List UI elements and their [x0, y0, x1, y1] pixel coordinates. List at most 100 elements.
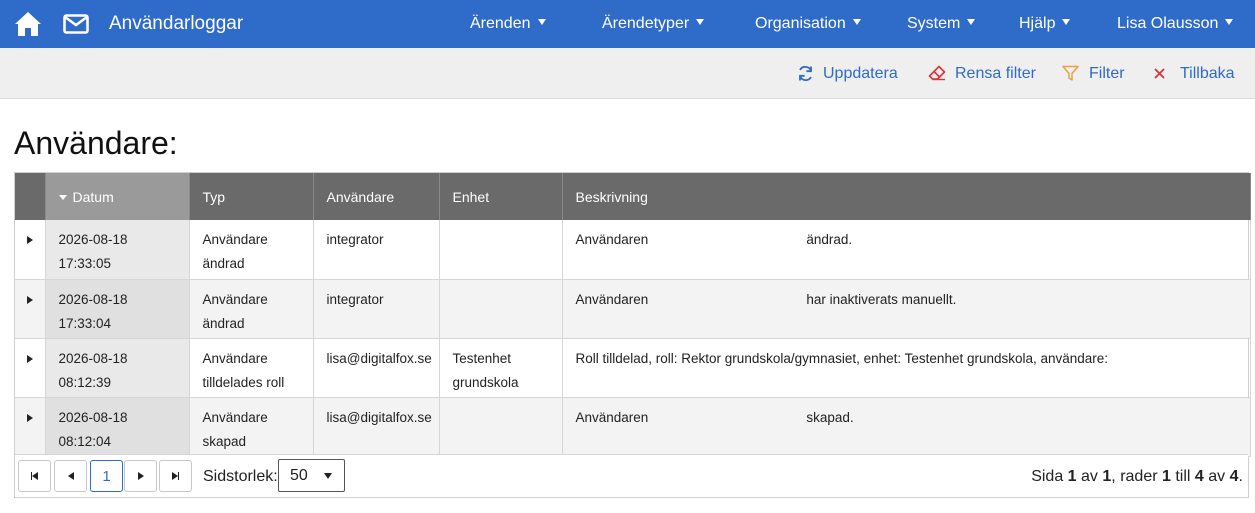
cell-description: Roll tilldelad, roll: Rektor grundskola/… — [562, 338, 1251, 398]
cell-type: Användare ändrad — [189, 279, 314, 339]
description-end: skapad. — [806, 409, 854, 425]
cell-unit — [439, 279, 563, 339]
last-page-button[interactable] — [159, 460, 192, 492]
menu-label: Hjälp — [1019, 15, 1056, 32]
menu-label: Organisation — [755, 15, 846, 32]
description-start: Roll tilldelad, roll: Rektor grundskola/… — [575, 350, 1109, 366]
cell-description: Användaren skapad. — [562, 397, 1251, 457]
pager-info-word: av — [1081, 468, 1098, 485]
pager-info: Sida 1 av 1, rader 1 till 4 av 4. — [1031, 468, 1243, 486]
cell-user: lisa@digitalfox.se — [313, 338, 440, 398]
close-icon — [1154, 68, 1165, 79]
page-size-value: 50 — [290, 467, 308, 484]
mail-icon[interactable] — [63, 14, 89, 34]
table-header-row: Datum Typ Användare Enhet Beskrivning — [15, 173, 1251, 220]
arrow-right-icon — [137, 472, 144, 480]
table-row[interactable]: 2026-08-18 17:33:05 Användare ändrad int… — [15, 220, 1251, 280]
pager-info-word: till — [1175, 468, 1191, 485]
expand-arrow-icon — [26, 413, 33, 422]
expand-row-toggle[interactable] — [15, 338, 46, 398]
cell-unit: Testenhet grundskola — [439, 338, 563, 398]
user-log-grid: Datum Typ Användare Enhet Beskrivning 20… — [14, 172, 1251, 498]
table-row[interactable]: 2026-08-18 08:12:39 Användare tilldelade… — [15, 338, 1251, 398]
caret-down-icon — [537, 19, 546, 25]
filter-button[interactable]: Filter — [1062, 64, 1125, 84]
expand-column-header — [15, 173, 46, 220]
caret-down-icon — [324, 473, 332, 479]
filter-label: Filter — [1089, 65, 1125, 82]
expand-arrow-icon — [26, 236, 33, 244]
description-start: Användaren — [575, 232, 649, 247]
menu-arendetyper[interactable]: Ärendetyper — [602, 14, 705, 34]
column-header-datum[interactable]: Datum — [45, 173, 190, 220]
column-label: Enhet — [452, 188, 490, 205]
table-row[interactable]: 2026-08-18 17:33:04 Användare ändrad int… — [15, 279, 1251, 339]
pager-info-word: Sida — [1031, 468, 1064, 485]
home-icon[interactable] — [14, 11, 42, 37]
menu-arenden[interactable]: Ärenden — [470, 14, 546, 34]
expand-arrow-icon — [26, 295, 33, 304]
menu-organisation[interactable]: Organisation — [755, 14, 861, 34]
sort-desc-icon — [58, 194, 67, 200]
pager: 1 Sidstorlek: 50 Sida 1 av 1, rader 1 ti… — [15, 454, 1248, 497]
last-page-icon — [177, 472, 180, 480]
cell-description: Användaren har inaktiverats manuellt. — [562, 279, 1251, 339]
page-size-select[interactable]: 50 — [278, 459, 345, 492]
expand-row-toggle[interactable] — [15, 220, 46, 280]
menu-user[interactable]: Lisa Olausson — [1117, 14, 1234, 34]
cell-date: 2026-08-18 17:33:05 — [45, 220, 190, 280]
column-label: Användare — [326, 188, 395, 205]
top-navbar: Användarloggar Ärenden Ärendetyper Organ… — [0, 0, 1255, 48]
cell-user: lisa@digitalfox.se — [313, 397, 440, 457]
next-page-button[interactable] — [124, 460, 157, 492]
refresh-button[interactable]: Uppdatera — [797, 64, 898, 84]
column-label: Beskrivning — [575, 188, 648, 205]
cell-user: integrator — [313, 220, 440, 280]
expand-row-toggle[interactable] — [15, 279, 46, 339]
pager-info-word: av — [1208, 468, 1226, 485]
menu-label: Ärendetyper — [602, 15, 690, 32]
first-page-button[interactable] — [18, 460, 51, 492]
pager-current-page: 1 — [1067, 468, 1077, 485]
filter-icon — [1062, 65, 1079, 81]
column-header-beskrivning[interactable]: Beskrivning — [562, 173, 1251, 220]
prev-page-button[interactable] — [54, 460, 87, 492]
cell-unit — [439, 220, 563, 280]
back-label: Tillbaka — [1180, 65, 1235, 82]
cell-type: Användare tilldelades roll — [189, 338, 314, 398]
refresh-icon — [799, 65, 812, 82]
description-end: har inaktiverats manuellt. — [806, 291, 957, 307]
expand-row-toggle[interactable] — [15, 397, 46, 457]
pager-row-from: 1 — [1162, 468, 1171, 485]
clear-filter-button[interactable]: Rensa filter — [928, 64, 1036, 84]
table-row[interactable]: 2026-08-18 08:12:04 Användare skapad lis… — [15, 397, 1251, 457]
description-start: Användaren — [575, 291, 649, 307]
expand-arrow-icon — [26, 354, 33, 363]
column-label: Typ — [202, 188, 226, 205]
pager-info-word: , rader — [1111, 468, 1158, 485]
column-header-typ[interactable]: Typ — [189, 173, 314, 220]
caret-down-icon — [1062, 19, 1071, 25]
cell-user: integrator — [313, 279, 440, 339]
refresh-label: Uppdatera — [823, 65, 898, 82]
pager-info-word: . — [1238, 468, 1243, 485]
description-start: Användaren — [575, 409, 649, 425]
column-header-anvandare[interactable]: Användare — [313, 173, 440, 220]
caret-down-icon — [1225, 19, 1234, 25]
menu-system[interactable]: System — [907, 14, 976, 34]
column-header-enhet[interactable]: Enhet — [439, 173, 563, 220]
cell-date: 2026-08-18 08:12:39 — [45, 338, 190, 398]
caret-down-icon — [852, 19, 861, 25]
caret-down-icon — [967, 19, 976, 25]
log-table: Datum Typ Användare Enhet Beskrivning 20… — [15, 173, 1251, 457]
cell-date: 2026-08-18 17:33:04 — [45, 279, 190, 339]
app-title: Användarloggar — [109, 13, 244, 34]
pager-row-to: 4 — [1194, 468, 1204, 485]
menu-label: System — [907, 15, 961, 32]
menu-hjalp[interactable]: Hjälp — [1019, 14, 1071, 34]
back-button[interactable]: Tillbaka — [1153, 64, 1235, 84]
cell-unit — [439, 397, 563, 457]
pager-row-total: 4 — [1229, 468, 1239, 485]
page-number-button[interactable]: 1 — [90, 460, 123, 492]
page-size-label: Sidstorlek: — [203, 468, 278, 485]
